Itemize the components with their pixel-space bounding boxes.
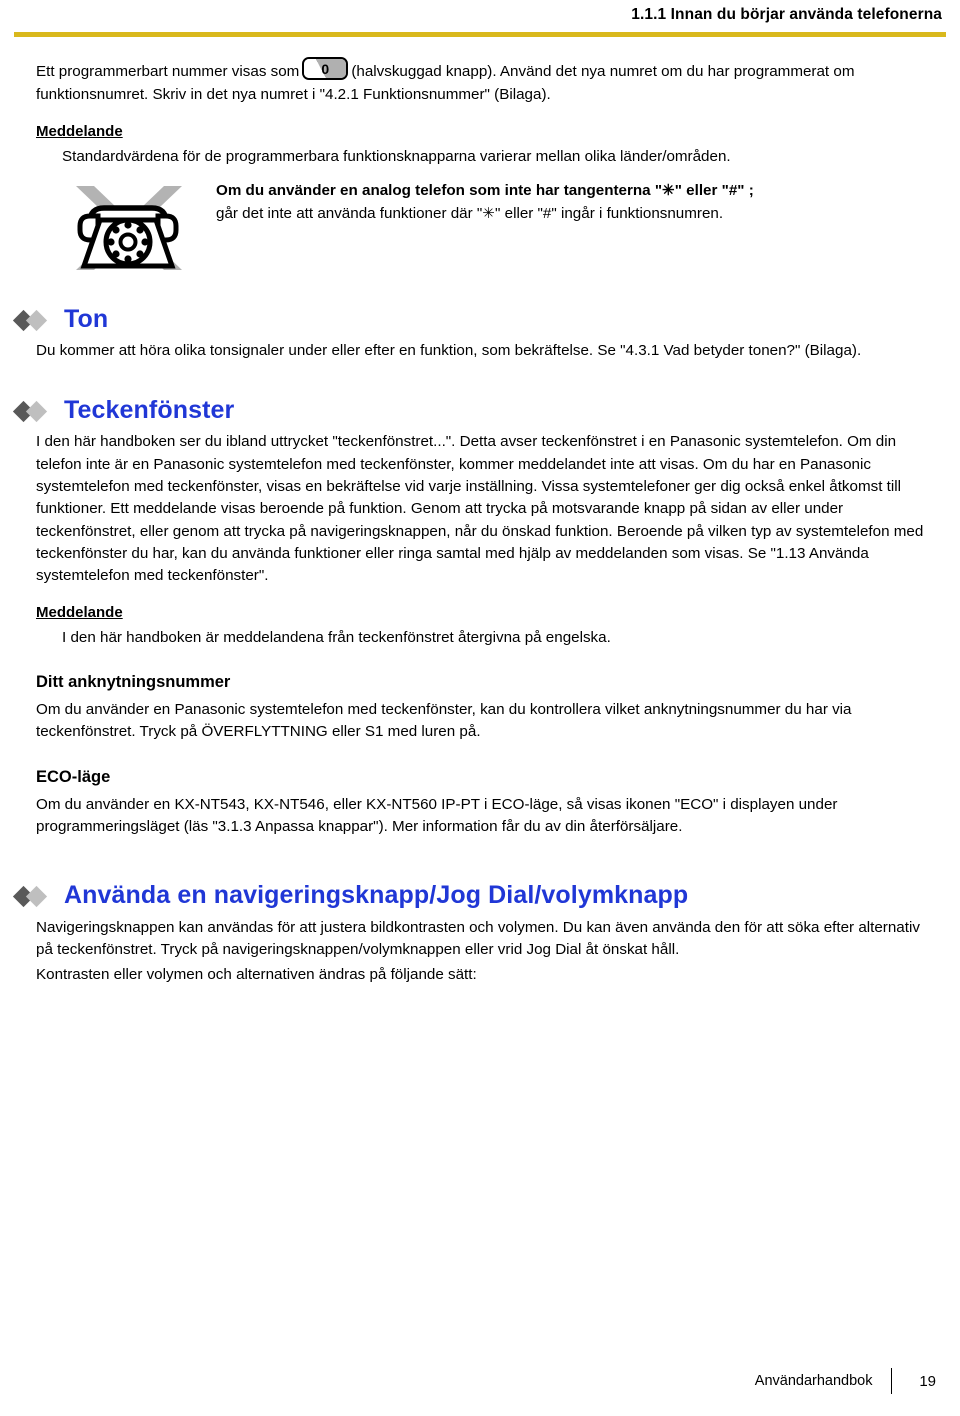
diamond-light-icon <box>25 400 48 422</box>
section-body-teckenfonster: I den här handboken ser du ibland uttryc… <box>36 433 924 585</box>
subheading-ditt-anknytningsnummer: Ditt anknytningsnummer <box>36 673 231 692</box>
caution-text: Om du använder en analog telefon som int… <box>216 180 932 226</box>
note-body-meddelande-2: I den här handboken är meddelandena från… <box>62 628 611 646</box>
diamond-bullet-icon <box>12 307 56 333</box>
header-title: 1.1.1 Innan du börjar använda telefonern… <box>631 6 942 23</box>
keycap-zero-icon: 0 <box>302 57 349 81</box>
subsection-body-eco-lage: Om du använder en KX-NT543, KX-NT546, el… <box>36 795 838 836</box>
section-body-navigeringsknapp-1: Navigeringsknappen kan användas för att … <box>36 918 920 959</box>
note-label-meddelande-1: Meddelande <box>36 122 123 140</box>
page-header: 1.1.1 Innan du börjar använda telefonern… <box>0 0 960 23</box>
document-page: 1.1.1 Innan du börjar använda telefonern… <box>0 0 960 1416</box>
diamond-light-icon <box>25 309 48 331</box>
analog-phone-prohibited-icon <box>60 182 196 274</box>
page-content: Ett programmerbart nummer visas som 0 (hal… <box>0 57 960 986</box>
caution-line-1: Om du använder en analog telefon som int… <box>216 181 754 199</box>
section-title-navigeringsknapp: Använda en navigeringsknapp/Jog Dial/vol… <box>64 881 689 910</box>
section-body-navigeringsknapp-2: Kontrasten eller volymen och alternative… <box>36 965 477 983</box>
footer-divider <box>890 1368 892 1394</box>
keycap-digit: 0 <box>321 60 330 77</box>
subsection-body-ditt-anknytningsnummer: Om du använder en Panasonic systemtelefo… <box>36 701 852 741</box>
footer-page-number: 19 <box>919 1372 936 1390</box>
diamond-bullet-icon <box>12 883 56 909</box>
footer-label: Användarhandbok <box>754 1373 873 1389</box>
section-heading-navigeringsknapp: Använda en navigeringsknapp/Jog Dial/vol… <box>12 881 932 910</box>
header-rule <box>14 32 946 38</box>
subheading-eco-lage: ECO-läge <box>36 767 111 786</box>
diamond-bullet-icon <box>12 398 56 424</box>
intro-text-before-key: Ett programmerbart nummer visas som <box>36 63 300 81</box>
section-heading-teckenfonster: Teckenfönster <box>12 395 932 425</box>
note-body-meddelande-1: Standardvärdena för de programmerbara fu… <box>62 147 731 165</box>
section-title-ton: Ton <box>64 304 109 333</box>
section-body-ton: Du kommer att höra olika tonsignaler und… <box>36 342 862 360</box>
page-footer: Användarhandbok 19 <box>0 1368 960 1394</box>
diamond-light-icon <box>25 886 48 908</box>
intro-paragraph: Ett programmerbart nummer visas som 0 (hal… <box>36 57 932 107</box>
caution-line-2: går det inte att använda funktioner där … <box>216 204 724 222</box>
note-label-meddelande-2: Meddelande <box>36 603 123 621</box>
section-heading-ton: Ton <box>12 304 932 334</box>
caution-block: Om du använder en analog telefon som int… <box>36 180 932 272</box>
section-title-teckenfonster: Teckenfönster <box>64 395 235 424</box>
